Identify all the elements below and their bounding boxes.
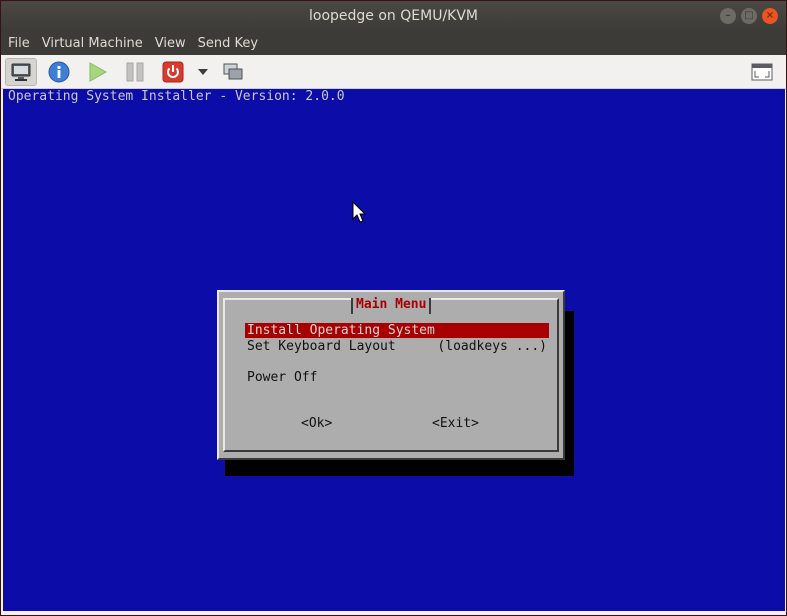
shutdown-button[interactable] <box>157 58 189 86</box>
menu-item-power-off[interactable]: Power Off <box>245 370 549 385</box>
console-icon <box>11 63 31 81</box>
window-controls: – □ × <box>720 8 778 24</box>
window-title: loopedge on QEMU/KVM <box>309 8 478 24</box>
title-bar: loopedge on QEMU/KVM – □ × <box>1 1 786 31</box>
vm-viewer-window: loopedge on QEMU/KVM – □ × File Virtual … <box>0 0 787 616</box>
fullscreen-button[interactable] <box>746 58 778 86</box>
console-button[interactable] <box>5 57 37 86</box>
exit-button[interactable]: <Exit> <box>432 416 479 431</box>
close-button[interactable]: × <box>762 8 778 24</box>
menu-item-label: Install Operating System <box>247 323 435 338</box>
pause-button[interactable] <box>119 58 151 86</box>
dialog-title: Main Menu <box>351 298 432 314</box>
toolbar <box>1 55 786 89</box>
menu-view[interactable]: View <box>155 36 186 51</box>
dropdown-arrow-icon <box>198 68 208 75</box>
vm-console-screen[interactable]: Operating System Installer - Version: 2.… <box>3 89 785 611</box>
details-button[interactable] <box>43 58 75 86</box>
maximize-button[interactable]: □ <box>741 8 757 24</box>
menu-item-install-os[interactable]: Install Operating System <box>245 323 549 338</box>
menu-file[interactable]: File <box>8 36 30 51</box>
installer-header: Operating System Installer - Version: 2.… <box>8 89 345 104</box>
snapshots-icon <box>223 63 243 79</box>
menu-bar: File Virtual Machine View Send Key <box>1 31 786 55</box>
menu-item-keyboard-layout[interactable]: Set Keyboard Layout (loadkeys ...) <box>245 339 549 354</box>
minimize-button[interactable]: – <box>720 8 736 24</box>
dialog-frame: Main Menu Install Operating System Set K… <box>223 298 559 452</box>
info-icon <box>48 61 70 82</box>
menu-item-hint: (loadkeys ...) <box>437 339 547 354</box>
menu-item-label: Power Off <box>247 370 318 385</box>
menu-virtual-machine[interactable]: Virtual Machine <box>42 36 143 51</box>
pause-icon <box>126 62 144 81</box>
shutdown-menu-button[interactable] <box>195 58 211 86</box>
snapshots-button[interactable] <box>217 58 249 86</box>
mouse-cursor-icon <box>352 201 366 223</box>
ok-button[interactable]: <Ok> <box>301 416 332 431</box>
menu-item-label: Set Keyboard Layout <box>247 339 396 354</box>
shutdown-icon <box>162 61 184 82</box>
menu-send-key[interactable]: Send Key <box>198 36 258 51</box>
main-menu-dialog: Main Menu Install Operating System Set K… <box>217 290 565 460</box>
run-icon <box>89 61 108 82</box>
fullscreen-icon <box>751 63 773 81</box>
run-button[interactable] <box>81 58 113 86</box>
